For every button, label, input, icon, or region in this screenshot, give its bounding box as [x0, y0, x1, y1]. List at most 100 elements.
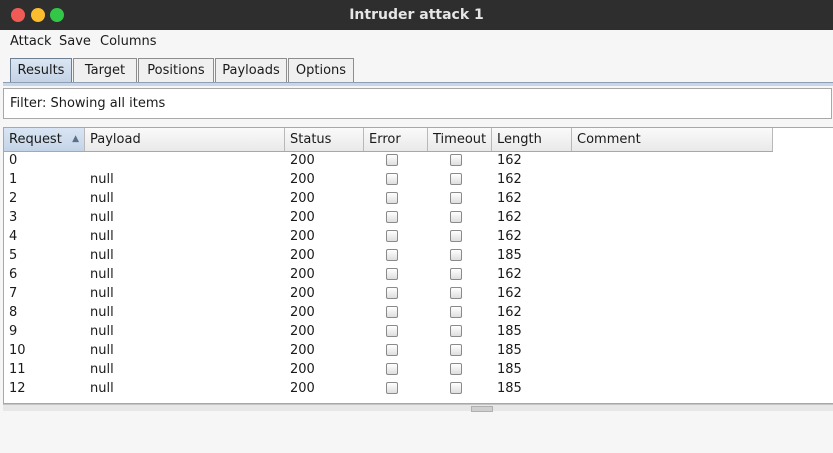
- error-checkbox: [386, 249, 398, 261]
- request-cell: 7: [9, 286, 18, 301]
- table-row[interactable]: 10 null 200 185: [4, 341, 773, 360]
- menu-attack[interactable]: Attack: [10, 34, 52, 49]
- status-cell: 200: [290, 324, 315, 339]
- results-table: Request ▲ Payload Status Error Timeout L…: [3, 127, 833, 404]
- timeout-checkbox: [450, 287, 462, 299]
- length-cell: 185: [497, 343, 522, 358]
- table-row[interactable]: 9 null 200 185: [4, 322, 773, 341]
- length-cell: 185: [497, 324, 522, 339]
- timeout-checkbox: [450, 306, 462, 318]
- horizontal-scrollbar[interactable]: [3, 404, 833, 412]
- payload-cell: null: [90, 172, 114, 187]
- status-cell: 200: [290, 267, 315, 282]
- window-title: Intruder attack 1: [349, 7, 484, 23]
- length-cell: 162: [497, 153, 522, 168]
- table-row[interactable]: 12 null 200 185: [4, 379, 773, 398]
- status-cell: 200: [290, 343, 315, 358]
- table-row[interactable]: 2 null 200 162: [4, 189, 773, 208]
- timeout-checkbox: [450, 268, 462, 280]
- tab-payloads[interactable]: Payloads: [215, 58, 287, 82]
- error-checkbox: [386, 363, 398, 375]
- table-row[interactable]: 7 null 200 162: [4, 284, 773, 303]
- length-cell: 162: [497, 267, 522, 282]
- column-header-error[interactable]: Error: [364, 128, 428, 151]
- request-cell: 3: [9, 210, 18, 225]
- status-cell: 200: [290, 153, 315, 168]
- table-body: 0 200 162 1 null 200 162 2 null 200 162 3 null 200 162…: [4, 151, 773, 398]
- timeout-checkbox: [450, 363, 462, 375]
- error-checkbox: [386, 382, 398, 394]
- table-row[interactable]: 11 null 200 185: [4, 360, 773, 379]
- payload-cell: null: [90, 267, 114, 282]
- tab-options[interactable]: Options: [288, 58, 354, 82]
- payload-cell: null: [90, 286, 114, 301]
- status-cell: 200: [290, 210, 315, 225]
- table-row[interactable]: 6 null 200 162: [4, 265, 773, 284]
- tab-positions[interactable]: Positions: [138, 58, 214, 82]
- column-header-status[interactable]: Status: [285, 128, 364, 151]
- request-cell: 4: [9, 229, 18, 244]
- scrollbar-thumb[interactable]: [471, 406, 493, 412]
- request-cell: 12: [9, 381, 26, 396]
- table-row[interactable]: 8 null 200 162: [4, 303, 773, 322]
- title-bar: Intruder attack 1: [0, 0, 833, 30]
- request-cell: 10: [9, 343, 26, 358]
- tab-results[interactable]: Results: [10, 58, 72, 82]
- error-checkbox: [386, 325, 398, 337]
- column-header-label: Request: [9, 132, 62, 147]
- status-cell: 200: [290, 286, 315, 301]
- tab-target[interactable]: Target: [73, 58, 137, 82]
- error-checkbox: [386, 154, 398, 166]
- column-header-timeout[interactable]: Timeout: [428, 128, 492, 151]
- filter-bar[interactable]: Filter: Showing all items: [3, 88, 832, 119]
- column-header-request[interactable]: Request ▲: [4, 128, 85, 151]
- menu-save[interactable]: Save: [59, 34, 91, 49]
- length-cell: 162: [497, 191, 522, 206]
- timeout-checkbox: [450, 154, 462, 166]
- menu-columns[interactable]: Columns: [100, 34, 157, 49]
- table-row[interactable]: 1 null 200 162: [4, 170, 773, 189]
- length-cell: 162: [497, 305, 522, 320]
- status-cell: 200: [290, 305, 315, 320]
- payload-cell: null: [90, 229, 114, 244]
- status-cell: 200: [290, 362, 315, 377]
- table-row[interactable]: 5 null 200 185: [4, 246, 773, 265]
- payload-cell: null: [90, 305, 114, 320]
- request-cell: 2: [9, 191, 18, 206]
- payload-cell: null: [90, 362, 114, 377]
- comment-cell: [572, 265, 778, 284]
- column-header-length[interactable]: Length: [492, 128, 572, 151]
- timeout-checkbox: [450, 211, 462, 223]
- comment-cell: [572, 284, 778, 303]
- length-cell: 162: [497, 286, 522, 301]
- length-cell: 162: [497, 210, 522, 225]
- request-cell: 0: [9, 153, 18, 168]
- table-row[interactable]: 3 null 200 162: [4, 208, 773, 227]
- request-cell: 6: [9, 267, 18, 282]
- error-checkbox: [386, 211, 398, 223]
- timeout-checkbox: [450, 230, 462, 242]
- comment-cell: [572, 303, 778, 322]
- status-cell: 200: [290, 248, 315, 263]
- status-cell: 200: [290, 229, 315, 244]
- table-row[interactable]: 4 null 200 162: [4, 227, 773, 246]
- error-checkbox: [386, 268, 398, 280]
- column-header-comment[interactable]: Comment: [572, 128, 773, 151]
- payload-cell: [85, 151, 290, 170]
- payload-cell: null: [90, 210, 114, 225]
- error-checkbox: [386, 306, 398, 318]
- column-header-payload[interactable]: Payload: [85, 128, 285, 151]
- comment-cell: [572, 322, 778, 341]
- comment-cell: [572, 360, 778, 379]
- timeout-checkbox: [450, 249, 462, 261]
- payload-cell: null: [90, 343, 114, 358]
- comment-cell: [572, 379, 778, 398]
- table-header: Request ▲ Payload Status Error Timeout L…: [4, 128, 773, 152]
- comment-cell: [572, 208, 778, 227]
- length-cell: 185: [497, 248, 522, 263]
- comment-cell: [572, 246, 778, 265]
- error-checkbox: [386, 173, 398, 185]
- status-cell: 200: [290, 191, 315, 206]
- table-row[interactable]: 0 200 162: [4, 151, 773, 170]
- sort-ascending-icon: ▲: [72, 134, 79, 144]
